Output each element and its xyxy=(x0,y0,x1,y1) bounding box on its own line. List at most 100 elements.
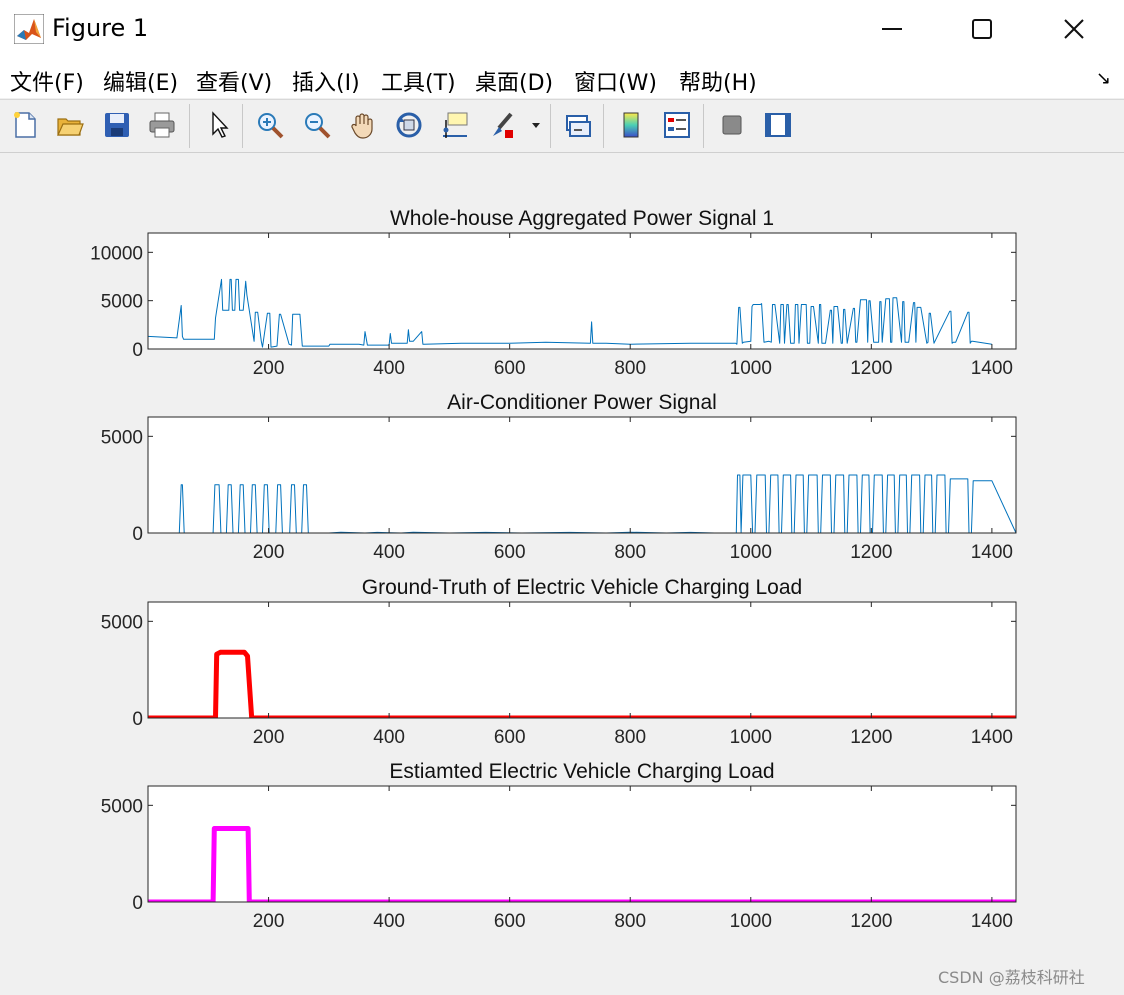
title-bar: Figure 1 xyxy=(0,0,1124,58)
menu-help[interactable]: 帮助(H) xyxy=(679,65,757,97)
x-tick-label: 600 xyxy=(494,358,526,379)
zoom-in-icon xyxy=(258,113,284,139)
insert-colorbar-button[interactable] xyxy=(612,106,650,144)
x-tick-label: 600 xyxy=(494,911,526,932)
x-tick-label: 1200 xyxy=(850,727,892,748)
subplot-title: Estiamted Electric Vehicle Charging Load xyxy=(389,760,774,783)
open-file-icon xyxy=(57,118,84,136)
subplot-3: 200 400 600 800 1000 1200 1400 0 5000 Ground-Trut… xyxy=(101,576,1017,748)
y-tick-label: 0 xyxy=(132,709,143,730)
maximize-icon xyxy=(972,19,992,39)
x-tick-label: 400 xyxy=(373,358,405,379)
insert-legend-button[interactable] xyxy=(658,106,696,144)
y-tick-label: 0 xyxy=(132,524,143,545)
toolbar-separator xyxy=(603,104,604,148)
menu-edit[interactable]: 编辑(E) xyxy=(103,65,178,97)
brush-button[interactable] xyxy=(483,106,521,144)
data-cursor-button[interactable] xyxy=(436,106,474,144)
show-plot-tools-icon xyxy=(765,113,791,137)
y-tick-label: 0 xyxy=(132,340,143,361)
rotate-3d-icon xyxy=(396,112,422,138)
x-tick-label: 800 xyxy=(614,727,646,748)
subplot-4: 200 400 600 800 1000 1200 1400 0 5000 Estiamted E… xyxy=(101,760,1017,932)
maximize-button[interactable] xyxy=(952,6,1012,52)
minimize-icon xyxy=(882,28,902,30)
x-tick-label: 1400 xyxy=(971,542,1013,563)
toolbar-separator xyxy=(189,104,190,148)
y-tick-label: 5000 xyxy=(101,292,143,313)
axes-background xyxy=(148,786,1016,902)
figure-toolbar xyxy=(0,99,1124,153)
data-cursor-icon xyxy=(443,112,468,138)
axes-background xyxy=(148,602,1016,718)
x-tick-label: 1200 xyxy=(850,358,892,379)
x-tick-label: 400 xyxy=(373,911,405,932)
x-tick-label: 1400 xyxy=(971,358,1013,379)
brush-dropdown-button[interactable] xyxy=(526,106,546,144)
rotate-button[interactable] xyxy=(390,106,428,144)
x-tick-label: 800 xyxy=(614,911,646,932)
x-tick-label: 800 xyxy=(614,358,646,379)
close-icon xyxy=(1064,19,1084,39)
save-button[interactable] xyxy=(98,106,136,144)
figure-canvas: 200 400 600 800 1000 1200 1400 0 5000 10000 Whole-… xyxy=(5,153,1119,989)
menu-tools[interactable]: 工具(T) xyxy=(381,65,456,97)
x-tick-label: 800 xyxy=(614,542,646,563)
minimize-button[interactable] xyxy=(862,6,922,52)
close-button[interactable] xyxy=(1044,6,1104,52)
hide-plot-tools-button[interactable] xyxy=(713,106,751,144)
x-tick-label: 1000 xyxy=(730,358,772,379)
brush-icon xyxy=(493,112,513,138)
window-title: Figure 1 xyxy=(52,14,149,42)
toolbar-separator xyxy=(550,104,551,148)
plots-svg: 200 400 600 800 1000 1200 14000500010000Whole-… xyxy=(90,207,1017,932)
menu-insert[interactable]: 插入(I) xyxy=(292,65,360,97)
new-figure-icon xyxy=(14,112,36,138)
x-tick-label: 200 xyxy=(253,911,285,932)
x-tick-label: 1400 xyxy=(971,911,1013,932)
menu-desktop[interactable]: 桌面(D) xyxy=(475,65,553,97)
link-plot-icon xyxy=(566,115,591,137)
y-tick-label: 5000 xyxy=(101,427,143,448)
y-tick-label: 5000 xyxy=(101,612,143,633)
x-tick-label: 1000 xyxy=(730,911,772,932)
save-icon xyxy=(105,113,129,137)
x-tick-label: 200 xyxy=(253,358,285,379)
zoom-out-button[interactable] xyxy=(298,106,336,144)
y-tick-label: 5000 xyxy=(101,796,143,817)
watermark-text: CSDN @荔枝科研社 xyxy=(938,968,1085,987)
print-button[interactable] xyxy=(143,106,181,144)
hide-plot-tools-icon xyxy=(722,115,742,135)
open-file-button[interactable] xyxy=(51,106,89,144)
y-tick-label: 0 xyxy=(132,893,143,914)
x-tick-label: 1000 xyxy=(730,542,772,563)
x-tick-label: 1200 xyxy=(850,911,892,932)
print-icon xyxy=(149,112,175,138)
new-figure-button[interactable] xyxy=(6,106,44,144)
legend-icon xyxy=(664,112,690,138)
edit-plot-button[interactable] xyxy=(200,106,238,144)
x-tick-label: 200 xyxy=(253,542,285,563)
subplot-title: Air-Conditioner Power Signal xyxy=(447,391,717,414)
toolbar-separator xyxy=(242,104,243,148)
subplot-2: 200 400 600 800 1000 1200 1400 0 5000 Air-Conditi… xyxy=(101,391,1017,563)
link-plot-button[interactable] xyxy=(559,106,597,144)
pan-hand-icon xyxy=(351,113,373,139)
matlab-logo-icon xyxy=(14,14,44,44)
y-tick-label: 10000 xyxy=(90,243,143,264)
pointer-icon xyxy=(212,111,229,138)
pan-button[interactable] xyxy=(344,106,382,144)
zoom-out-icon xyxy=(305,113,331,139)
show-plot-tools-button[interactable] xyxy=(759,106,797,144)
x-tick-label: 600 xyxy=(494,542,526,563)
menu-file[interactable]: 文件(F) xyxy=(10,65,84,97)
menu-bar: 文件(F) 编辑(E) 查看(V) 插入(I) 工具(T) 桌面(D) 窗口(W… xyxy=(0,58,1124,98)
x-tick-label: 1000 xyxy=(730,727,772,748)
dock-figure-icon[interactable]: ↘ xyxy=(1096,68,1111,89)
x-tick-label: 1200 xyxy=(850,542,892,563)
menu-window[interactable]: 窗口(W) xyxy=(574,65,657,97)
toolbar-separator xyxy=(703,104,704,148)
zoom-in-button[interactable] xyxy=(251,106,289,144)
x-tick-label: 400 xyxy=(373,727,405,748)
menu-view[interactable]: 查看(V) xyxy=(196,65,272,97)
